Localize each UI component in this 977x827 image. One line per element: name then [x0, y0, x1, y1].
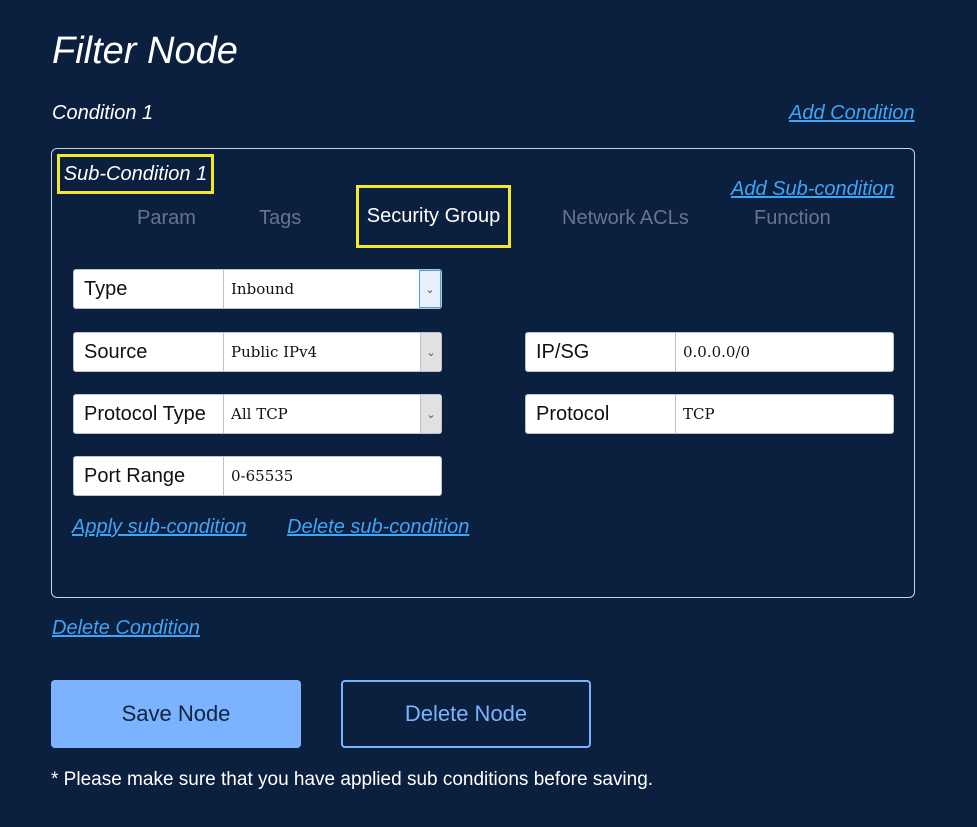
type-label: Type [74, 270, 224, 308]
ip-sg-input[interactable]: 0.0.0.0/0 [676, 333, 893, 371]
protocol-input[interactable]: TCP [676, 395, 893, 433]
protocol-type-label: Protocol Type [74, 395, 224, 433]
port-range-label: Port Range [74, 457, 224, 495]
add-subcondition-link[interactable]: Add Sub-condition [731, 178, 894, 201]
source-select[interactable]: Source Public IPv4 ⌄ [73, 332, 442, 372]
type-value[interactable]: Inbound [224, 270, 419, 308]
source-value[interactable]: Public IPv4 [224, 333, 420, 371]
delete-node-button[interactable]: Delete Node [341, 680, 591, 748]
chevron-down-icon[interactable]: ⌄ [419, 270, 441, 308]
chevron-down-icon[interactable]: ⌄ [420, 395, 441, 433]
condition-label: Condition 1 [52, 102, 154, 124]
protocol-field[interactable]: Protocol TCP [525, 394, 894, 434]
delete-subcondition-link[interactable]: Delete sub-condition [287, 516, 469, 539]
protocol-type-value[interactable]: All TCP [224, 395, 420, 433]
port-range-input[interactable]: 0-65535 [224, 457, 441, 495]
subcondition-label: Sub-Condition 1 [57, 154, 214, 194]
chevron-down-icon[interactable]: ⌄ [420, 333, 441, 371]
tab-param[interactable]: Param [137, 207, 196, 230]
page-title: Filter Node [52, 30, 238, 72]
port-range-field[interactable]: Port Range 0-65535 [73, 456, 442, 496]
tab-security-group[interactable]: Security Group [356, 185, 511, 248]
apply-subcondition-link[interactable]: Apply sub-condition [72, 516, 247, 539]
type-select[interactable]: Type Inbound ⌄ [73, 269, 442, 309]
tab-network-acls[interactable]: Network ACLs [562, 207, 689, 230]
tab-tags[interactable]: Tags [259, 207, 301, 230]
add-condition-link[interactable]: Add Condition [789, 102, 915, 125]
protocol-type-select[interactable]: Protocol Type All TCP ⌄ [73, 394, 442, 434]
ip-sg-label: IP/SG [526, 333, 676, 371]
source-label: Source [74, 333, 224, 371]
condition-panel: Sub-Condition 1 Add Sub-condition Param … [51, 148, 915, 598]
protocol-label: Protocol [526, 395, 676, 433]
save-node-button[interactable]: Save Node [51, 680, 301, 748]
ip-sg-field[interactable]: IP/SG 0.0.0.0/0 [525, 332, 894, 372]
save-note: * Please make sure that you have applied… [51, 769, 654, 790]
delete-condition-link[interactable]: Delete Condition [52, 617, 200, 640]
tab-function[interactable]: Function [754, 207, 831, 230]
